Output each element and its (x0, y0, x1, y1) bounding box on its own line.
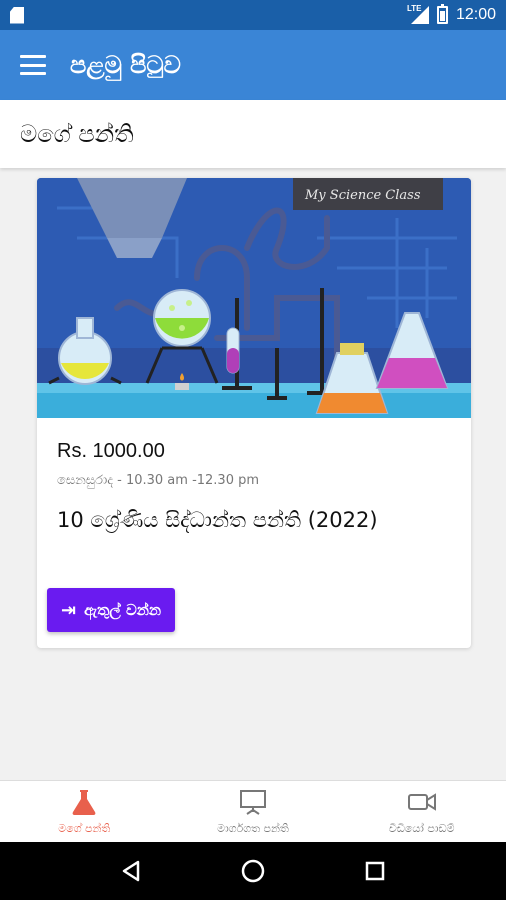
home-circle-icon (241, 859, 265, 883)
nav-tab-my-classes[interactable]: මගේ පන්ති (0, 781, 169, 842)
class-banner-image: My Science Class (37, 178, 471, 418)
status-time: 12:00 (455, 6, 496, 23)
recents-square-icon (365, 861, 385, 881)
recents-button[interactable] (360, 856, 390, 886)
nav-label-video-lessons: වීඩියෝ පාඩම් (388, 821, 455, 835)
presentation-board-icon (240, 789, 266, 815)
back-button[interactable] (116, 856, 146, 886)
enter-class-label: ඇතුල් වන්න (84, 601, 162, 619)
banner-caption: My Science Class (304, 188, 421, 203)
status-bar: LTE 12:00 (0, 0, 506, 30)
page-title: පළමු පිටුව (70, 51, 181, 79)
bottom-navigation: මගේ පන්ති මාර්ගගත පන්ති වීඩියෝ පාඩම් (0, 780, 506, 842)
class-schedule: සෙනසුරාද - 10.30 am -12.30 pm (57, 473, 260, 488)
home-button[interactable] (238, 856, 268, 886)
nav-label-my-classes: මගේ පන්ති (58, 821, 111, 835)
class-card[interactable]: My Science Class Rs. 1000.00 සෙනසුරාද - … (37, 178, 471, 648)
enter-class-button[interactable]: ⇥ ඇතුල් වන්න (47, 588, 176, 632)
video-camera-icon (407, 792, 436, 811)
sd-card-icon (10, 6, 24, 24)
class-title: 10 ශ්‍රේණිය සිද්ධාන්ත පන්ති (2022) (57, 508, 378, 532)
hamburger-menu-icon[interactable] (20, 55, 46, 75)
nav-tab-online-classes[interactable]: මාර්ගගත පන්ති (169, 781, 338, 842)
signal-icon: LTE (406, 4, 429, 24)
system-navigation-bar (0, 842, 506, 900)
nav-tab-video-lessons[interactable]: වීඩියෝ පාඩම් (337, 781, 506, 842)
network-type-label: LTE (406, 4, 422, 13)
login-icon: ⇥ (61, 599, 77, 621)
back-triangle-icon (122, 860, 140, 882)
section-header: මගේ පන්ති (0, 100, 506, 168)
nav-label-online-classes: මාර්ගගත පන්ති (217, 821, 289, 835)
app-bar: පළමු පිටුව (0, 30, 506, 100)
class-price: Rs. 1000.00 (57, 440, 165, 462)
flask-icon (72, 789, 96, 815)
battery-icon (436, 4, 448, 24)
section-title: මගේ පන්ති (20, 120, 134, 148)
